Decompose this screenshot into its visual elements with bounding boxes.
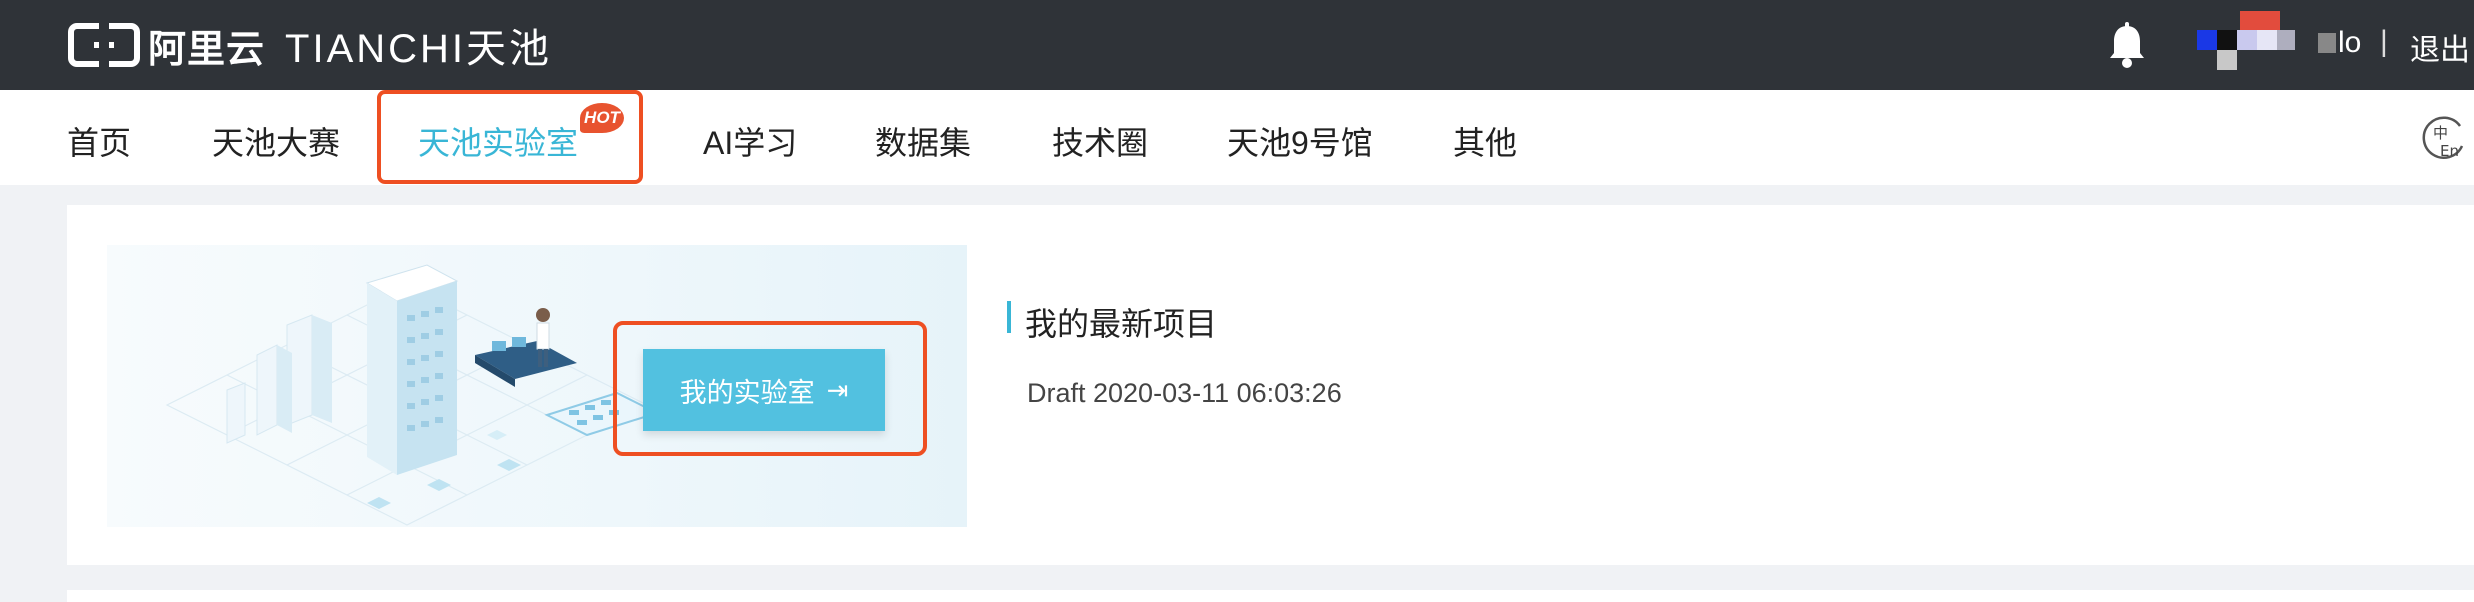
nav-item-home[interactable]: 首页	[67, 118, 131, 164]
svg-text:En: En	[2440, 142, 2459, 160]
aliyun-tianchi-logo[interactable]: 阿里云 TIANCHI天池	[68, 18, 552, 72]
user-avatar[interactable]	[2195, 10, 2295, 72]
my-lab-button-label: 我的实验室	[679, 377, 815, 408]
nav-item-tech-circle[interactable]: 技术圈	[1052, 118, 1148, 164]
nav-item-competitions[interactable]: 天池大赛	[212, 118, 340, 164]
nav-item-datasets[interactable]: 数据集	[875, 118, 971, 164]
notification-bell-icon[interactable]	[2106, 22, 2148, 70]
my-lab-button[interactable]: 我的实验室 ⇥	[643, 349, 885, 431]
cn-en-icon[interactable]: 中 En	[2420, 116, 2466, 162]
aliyun-logo-icon	[68, 23, 140, 67]
header-separator: |	[2380, 25, 2388, 58]
logout-link[interactable]: 退出	[2410, 25, 2470, 69]
brand-cn: 阿里云	[148, 28, 266, 71]
next-card	[67, 590, 2474, 602]
main-nav: 首页 天池大赛 天池实验室 HOT AI学习 数据集 技术圈 天池9号馆 其他 …	[0, 90, 2474, 185]
brand-en: TIANCHI天池	[285, 27, 553, 71]
nav-item-other[interactable]: 其他	[1453, 118, 1517, 164]
latest-projects-title: 我的最新项目	[1025, 306, 1218, 342]
lab-card: 我的实验室 ⇥ 我的最新项目 Draft 2020-03-11 06:03:26	[67, 205, 2474, 565]
nav-lab-highlight	[377, 90, 643, 184]
top-bar: 阿里云 TIANCHI天池 lo | 退出	[0, 0, 2474, 90]
enter-arrow-icon: ⇥	[826, 374, 849, 405]
username-redaction	[2318, 33, 2336, 53]
draft-project-link[interactable]: Draft 2020-03-11 06:03:26	[1027, 378, 1342, 409]
username[interactable]: lo	[2338, 26, 2361, 60]
nav-item-tianchi-hall[interactable]: 天池9号馆	[1227, 118, 1373, 164]
svg-text:中: 中	[2433, 124, 2448, 142]
nav-item-ai-learning[interactable]: AI学习	[703, 118, 797, 164]
section-accent-bar	[1007, 301, 1011, 333]
